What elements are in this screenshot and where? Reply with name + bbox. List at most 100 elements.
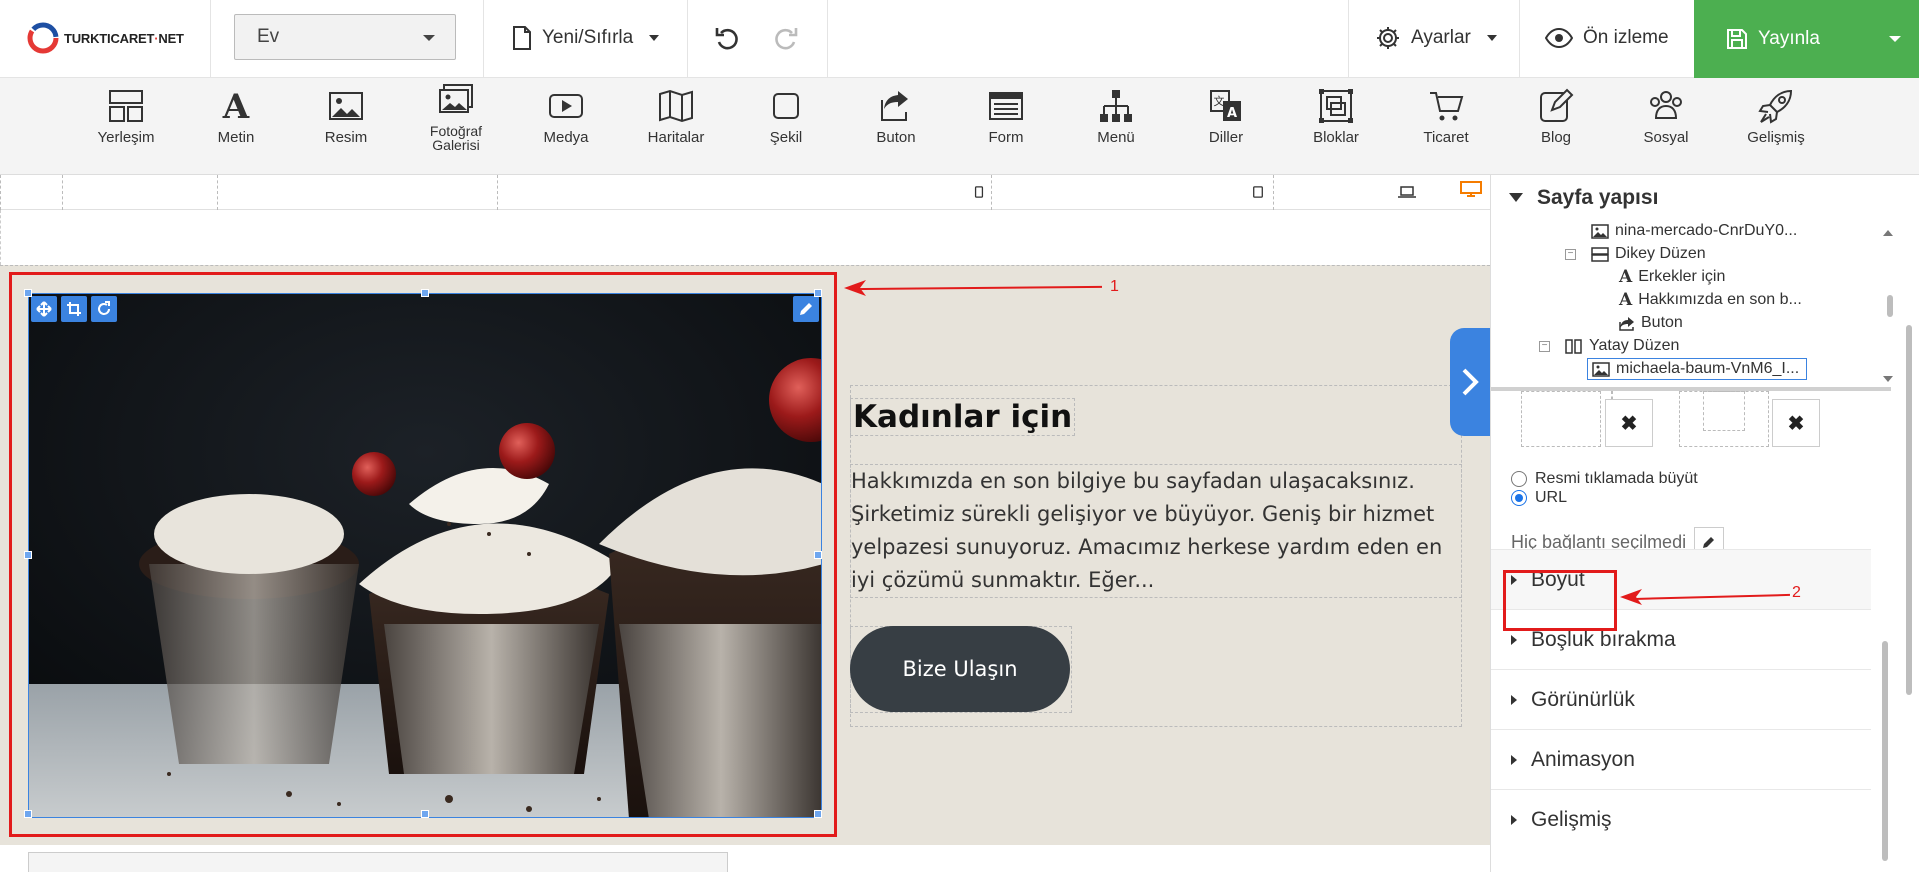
chevron-right-icon — [1462, 368, 1479, 396]
tool-button[interactable]: Buton — [846, 88, 946, 145]
document-icon — [513, 26, 531, 50]
remove-image-button[interactable]: ✖ — [1605, 399, 1653, 447]
tool-media[interactable]: Medya — [516, 88, 616, 145]
accordion-visibility[interactable]: Görünürlük — [1491, 669, 1871, 729]
accordion-label: Animasyon — [1531, 747, 1635, 771]
accordion-advanced[interactable]: Gelişmiş — [1491, 789, 1871, 849]
properties-scrollbar[interactable] — [1882, 641, 1888, 861]
tool-languages[interactable]: A文 Diller — [1176, 88, 1276, 145]
annotation-label-2: 2 — [1792, 584, 1801, 601]
tree-item[interactable]: A Hakkımızda en son b... — [1619, 289, 1802, 311]
button-icon — [881, 91, 908, 121]
svg-text:A: A — [222, 88, 250, 124]
desktop-icon[interactable] — [1460, 181, 1482, 197]
tool-maps[interactable]: Haritalar — [626, 88, 726, 145]
menu-icon — [1100, 90, 1132, 122]
caret-right-icon — [1511, 634, 1517, 645]
panel-toggle[interactable] — [1450, 328, 1490, 436]
radio-button-selected[interactable] — [1511, 490, 1527, 506]
tool-gallery[interactable]: Fotoğraf Galerisi — [406, 82, 506, 152]
svg-text:A: A — [1227, 106, 1237, 121]
outer-scrollbar[interactable] — [1906, 325, 1912, 695]
empty-row[interactable] — [0, 210, 1490, 265]
tree-item-label: Yatay Düzen — [1589, 337, 1680, 354]
publish-main[interactable]: Yayınla — [1694, 28, 1869, 50]
new-reset-button[interactable]: Yeni/Sıfırla — [512, 20, 660, 56]
undo-button[interactable] — [714, 20, 740, 56]
tree-scrollbar[interactable] — [1887, 295, 1893, 317]
vertical-layout-icon — [1591, 246, 1609, 262]
tree-item[interactable]: A Erkekler için — [1619, 266, 1725, 288]
resize-handle[interactable] — [24, 551, 32, 559]
tool-image[interactable]: Resim — [296, 88, 396, 145]
tool-layout[interactable]: Yerleşim — [76, 88, 176, 145]
resize-handle[interactable] — [421, 289, 429, 297]
resize-handle[interactable] — [24, 289, 32, 297]
tablet-icon[interactable] — [1252, 186, 1264, 198]
tool-label: Bloklar — [1313, 129, 1359, 146]
preview-label: Ön izleme — [1583, 27, 1669, 48]
tool-text[interactable]: A Metin — [186, 88, 286, 145]
caret-right-icon — [1511, 754, 1517, 765]
resize-handle[interactable] — [814, 289, 822, 297]
form-icon — [989, 92, 1023, 120]
scroll-down-icon[interactable] — [1883, 375, 1893, 383]
publish-dropdown-icon[interactable] — [1889, 36, 1901, 42]
tool-form[interactable]: Form — [956, 88, 1056, 145]
tool-social[interactable]: Sosyal — [1616, 88, 1716, 145]
section-heading[interactable]: Kadınlar için — [850, 398, 1076, 436]
tree-item[interactable]: Dikey Düzen — [1591, 243, 1706, 265]
breakpoint-ruler — [0, 175, 1490, 210]
publish-button[interactable]: Yayınla — [1694, 0, 1919, 78]
tree-item-selected[interactable]: michaela-baum-VnM6_I... — [1587, 358, 1807, 380]
page-structure-header[interactable]: Sayfa yapısı — [1491, 175, 1891, 220]
tool-blocks[interactable]: Bloklar — [1286, 88, 1386, 145]
section-paragraph[interactable]: Hakkımızda en son bilgiye bu sayfadan ul… — [850, 464, 1462, 598]
tool-blog[interactable]: Blog — [1506, 88, 1606, 145]
radio-url[interactable]: URL — [1511, 489, 1567, 507]
resize-handle[interactable] — [814, 551, 822, 559]
redo-button[interactable] — [773, 20, 799, 56]
tree-item[interactable]: Buton — [1619, 312, 1683, 334]
collapse-tree-icon[interactable]: − — [1565, 249, 1576, 260]
tool-label: Medya — [543, 129, 589, 146]
preview-button[interactable]: Ön izleme — [1545, 20, 1669, 56]
logo[interactable]: TURKTICARET·NET — [26, 20, 184, 56]
resize-handle[interactable] — [24, 810, 32, 818]
resize-handle[interactable] — [814, 810, 822, 818]
remove-image-button[interactable]: ✖ — [1772, 399, 1820, 447]
caret-right-icon — [1511, 694, 1517, 705]
collapse-tree-icon[interactable]: − — [1539, 341, 1550, 352]
divider — [210, 0, 211, 78]
rotate-icon[interactable] — [91, 296, 117, 322]
tree-item-label: nina-mercado-CnrDuY0... — [1615, 222, 1798, 239]
tree-item[interactable]: Yatay Düzen — [1565, 335, 1679, 357]
ruler-mark — [991, 175, 992, 210]
tool-menu[interactable]: Menü — [1066, 88, 1166, 145]
tool-shape[interactable]: Şekil — [736, 88, 836, 145]
crop-icon[interactable] — [61, 296, 87, 322]
contact-button[interactable]: Bize Ulaşın — [850, 626, 1070, 712]
radio-button[interactable] — [1511, 471, 1527, 487]
resize-handle[interactable] — [421, 810, 429, 818]
laptop-icon[interactable] — [1398, 186, 1416, 198]
edit-image-icon[interactable] — [793, 296, 819, 322]
image-slot[interactable] — [1521, 391, 1601, 447]
settings-button[interactable]: Ayarlar — [1375, 20, 1497, 56]
page-select[interactable]: Ev — [234, 14, 456, 60]
properties-content: ✖ ✖ Resmi tıklamada büyüt URL Hiç bağlan… — [1491, 391, 1871, 872]
tool-label: Buton — [876, 129, 916, 146]
tool-commerce[interactable]: Ticaret — [1396, 88, 1496, 145]
move-icon[interactable] — [31, 296, 57, 322]
tool-advanced[interactable]: Gelişmiş — [1726, 88, 1826, 145]
radio-enlarge-on-click[interactable]: Resmi tıklamada büyüt — [1511, 470, 1698, 488]
accordion-animation[interactable]: Animasyon — [1491, 729, 1871, 789]
close-icon: ✖ — [1620, 412, 1638, 435]
caret-right-icon — [1511, 814, 1517, 825]
mobile-icon[interactable] — [974, 186, 984, 198]
tree-item[interactable]: nina-mercado-CnrDuY0... — [1591, 220, 1797, 242]
collapse-icon — [1509, 193, 1523, 202]
blog-icon — [1540, 88, 1574, 122]
selected-image[interactable] — [28, 293, 822, 818]
scroll-up-icon[interactable] — [1883, 229, 1893, 237]
